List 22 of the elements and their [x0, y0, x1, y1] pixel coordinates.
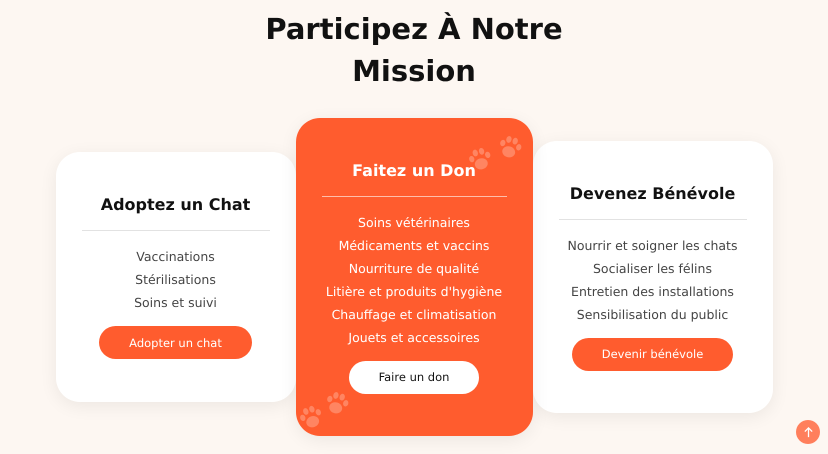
list-item: Litière et produits d'hygiène — [326, 282, 502, 301]
list-item: Vaccinations — [136, 248, 215, 266]
list-item: Nourrir et soigner les chats — [568, 236, 738, 255]
action-button[interactable]: Faire un don — [348, 360, 480, 394]
list-item: Stérilisations — [135, 271, 216, 289]
list-item: Chauffage et climatisation — [332, 306, 496, 324]
list-item: Médicaments et vaccins — [338, 236, 490, 254]
action-button[interactable]: Devenir bénévole — [572, 338, 734, 370]
section-title: Participez À Notre Mission — [264, 11, 564, 90]
arrow-up-icon — [802, 426, 814, 438]
list-item: Entretien des installations — [571, 282, 734, 300]
list-item: Sensibilisation du public — [576, 306, 728, 324]
list-item: Soins vétérinaires — [358, 214, 470, 232]
card-title: Adoptez un Chat — [82, 195, 270, 231]
card-title: Faitez un Don — [322, 160, 506, 196]
card-title: Devenez Bénévole — [558, 184, 746, 220]
list-item: Jouets et accessoires — [348, 328, 480, 346]
action-button[interactable]: Adopter un chat — [99, 326, 252, 359]
list-item: Soins et suivi — [134, 294, 217, 312]
list-item: Socialiser les félins — [593, 260, 712, 278]
scroll-top-button[interactable] — [796, 420, 820, 444]
list-item: Nourriture de qualité — [348, 260, 480, 278]
